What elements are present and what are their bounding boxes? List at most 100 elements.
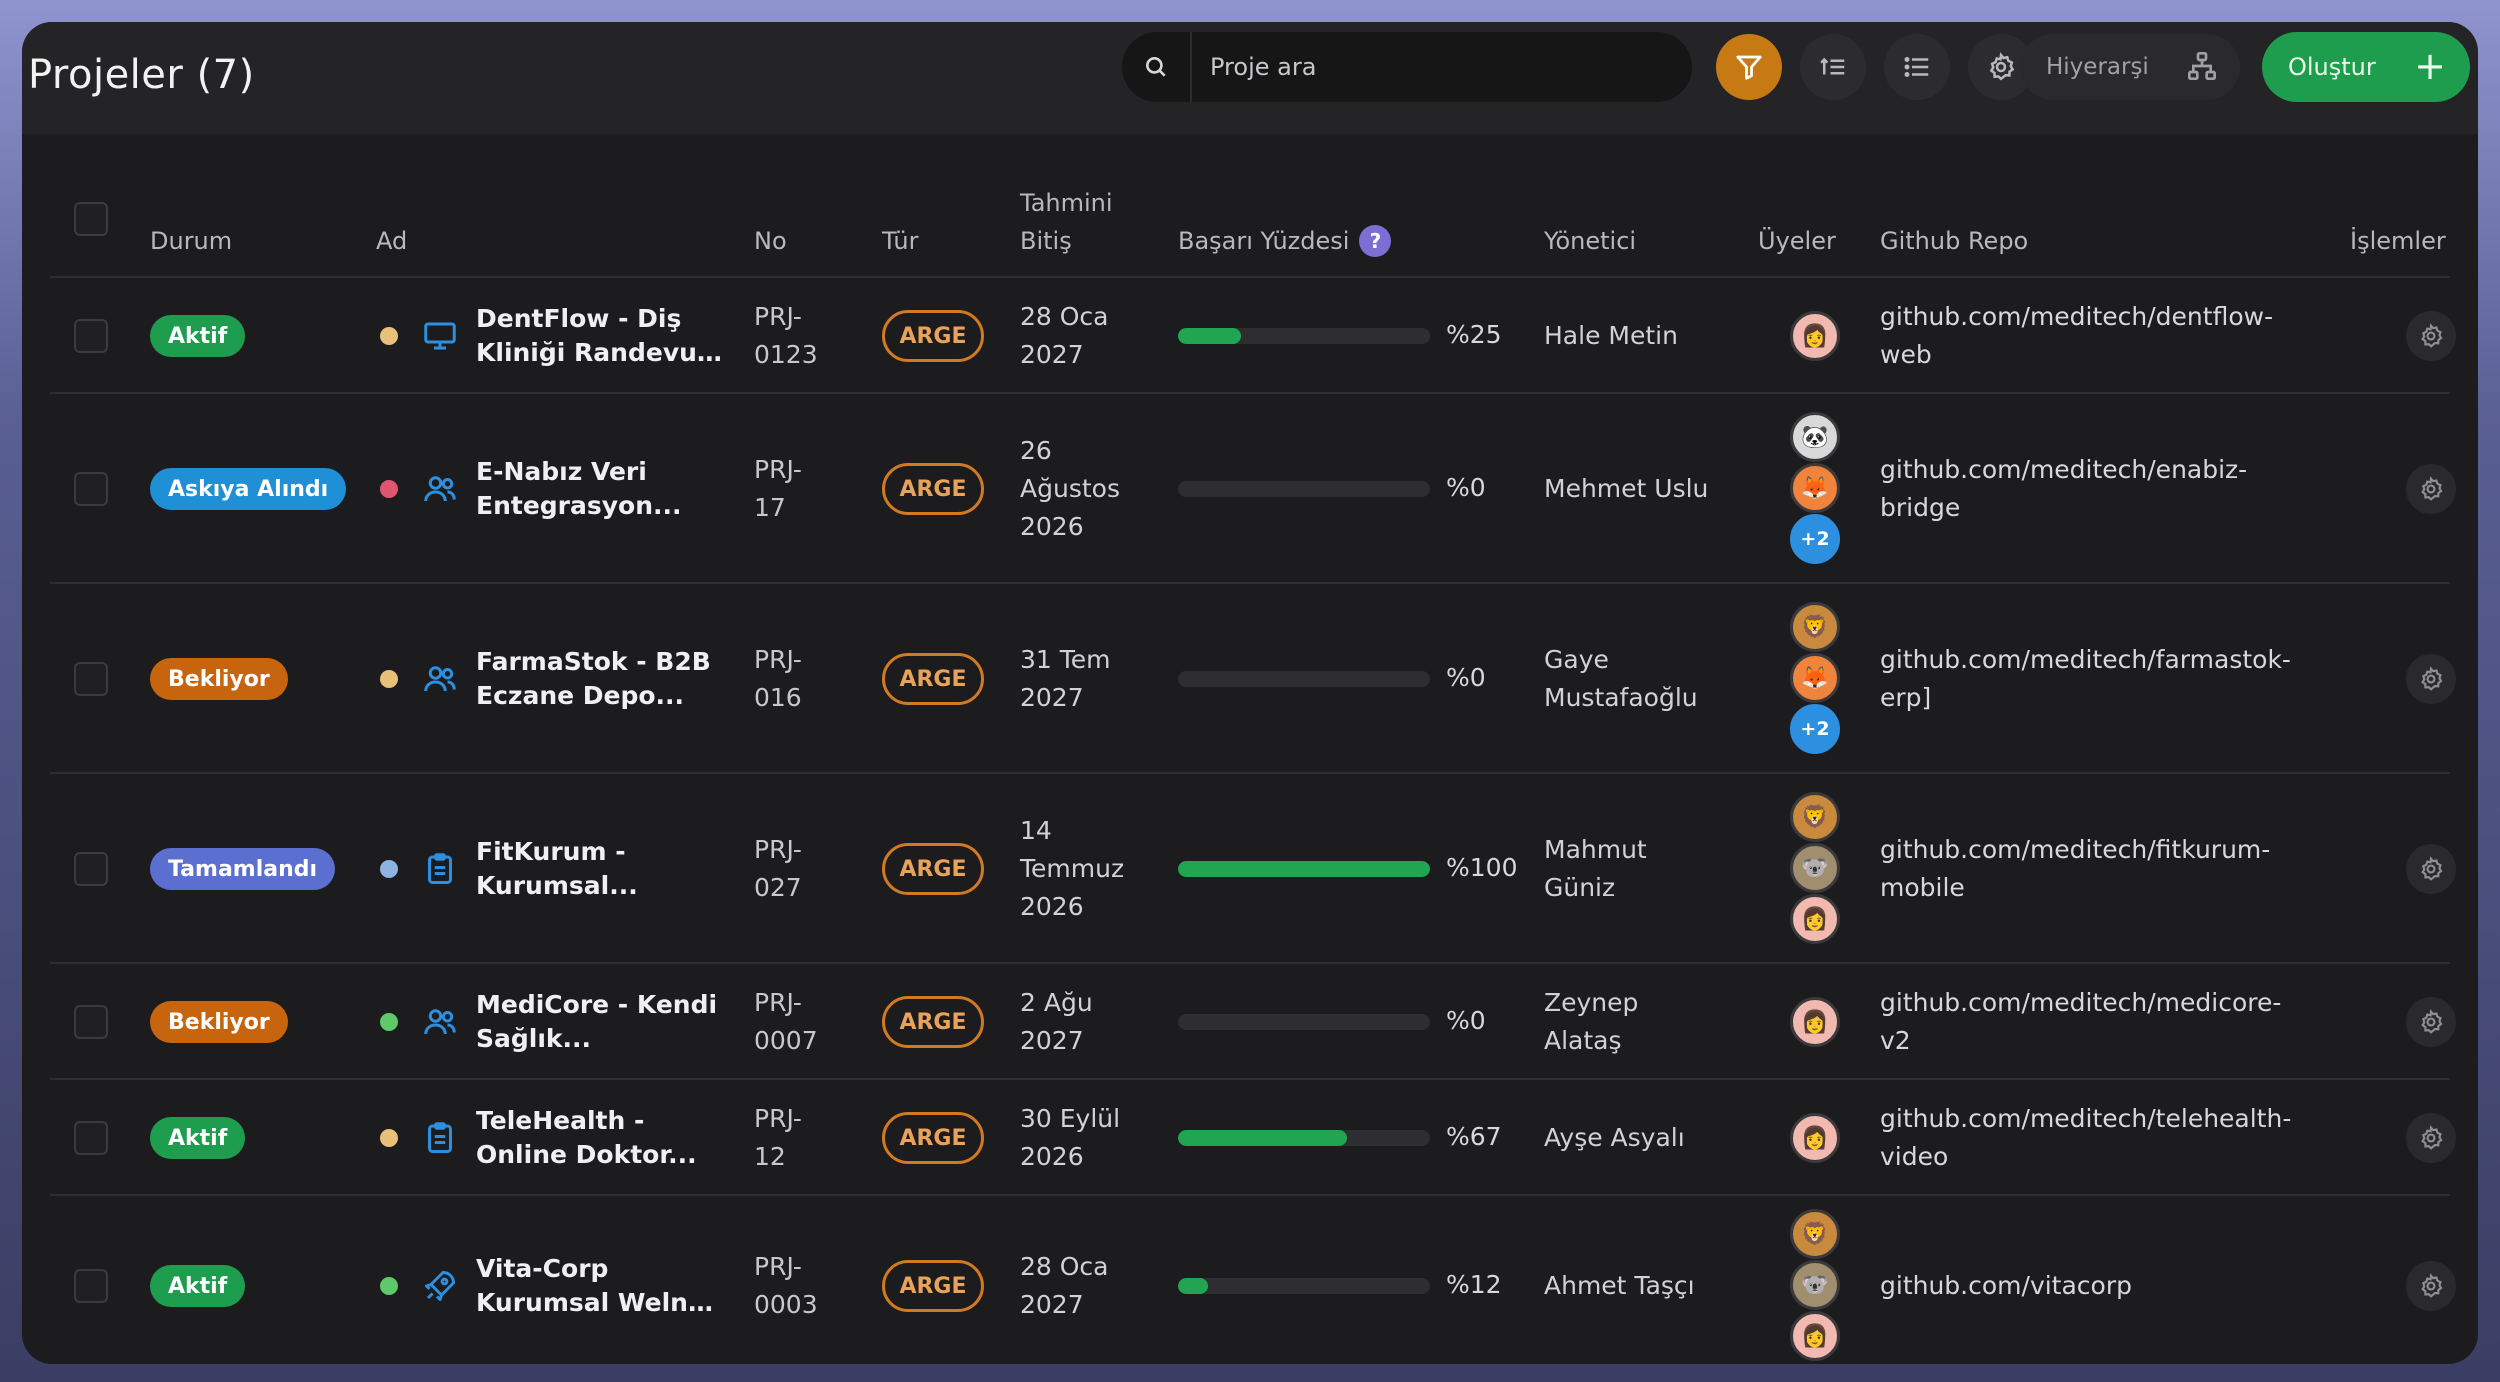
member-avatar[interactable]: 🦁	[1790, 1209, 1840, 1259]
project-name-line1[interactable]: TeleHealth -	[476, 1104, 726, 1138]
row-actions-button[interactable]	[2406, 464, 2456, 514]
member-avatar[interactable]: 🐨	[1790, 843, 1840, 893]
project-name-line1[interactable]: MediCore - Kendi	[476, 988, 726, 1022]
row-actions-button[interactable]	[2406, 844, 2456, 894]
table-row[interactable]: Tamamlandı FitKurum - Kurumsal... PRJ- 0…	[50, 774, 2456, 964]
search-icon[interactable]	[1122, 32, 1192, 102]
list-view-button[interactable]	[1884, 34, 1950, 100]
search-input[interactable]	[1210, 53, 1650, 81]
row-checkbox[interactable]	[74, 1005, 108, 1039]
member-avatar[interactable]: 👩	[1790, 1113, 1840, 1163]
github-repo[interactable]: github.com/meditech/medicore- v2	[1880, 984, 2350, 1060]
table-row[interactable]: Bekliyor FarmaStok - B2B Eczane Depo... …	[50, 584, 2456, 774]
row-checkbox[interactable]	[74, 1269, 108, 1303]
project-name-line2[interactable]: Eczane Depo...	[476, 679, 726, 713]
member-avatar[interactable]: 🦊	[1790, 653, 1840, 703]
row-checkbox[interactable]	[74, 319, 108, 353]
table-row[interactable]: Aktif DentFlow - Diş Kliniği Randevu v..…	[50, 278, 2456, 394]
github-repo[interactable]: github.com/meditech/fitkurum- mobile	[1880, 831, 2350, 907]
col-repo[interactable]: Github Repo	[1880, 222, 2028, 260]
create-label: Oluştur	[2288, 53, 2376, 81]
project-name-line2[interactable]: Kurumsal...	[476, 869, 726, 903]
github-repo[interactable]: github.com/meditech/telehealth- video	[1880, 1100, 2350, 1176]
member-avatar[interactable]: 🦊	[1790, 463, 1840, 513]
project-name-line2[interactable]: Entegrasyon...	[476, 489, 726, 523]
more-members-badge[interactable]: +2	[1790, 514, 1840, 564]
member-avatar[interactable]: 👩	[1790, 894, 1840, 944]
member-avatar[interactable]: 🐨	[1790, 1260, 1840, 1310]
search-box[interactable]	[1122, 32, 1692, 102]
row-checkbox[interactable]	[74, 662, 108, 696]
select-all-checkbox[interactable]	[74, 202, 108, 236]
github-repo[interactable]: github.com/vitacorp	[1880, 1267, 2350, 1305]
repo-line2[interactable]: v2	[1880, 1022, 2350, 1060]
project-no-line2: 12	[754, 1142, 786, 1171]
more-members-badge[interactable]: +2	[1790, 704, 1840, 754]
table-row[interactable]: Aktif TeleHealth - Online Doktor... PRJ-…	[50, 1080, 2456, 1196]
project-name-line1[interactable]: Vita-Corp	[476, 1252, 726, 1286]
help-icon[interactable]: ?	[1359, 225, 1392, 257]
github-repo[interactable]: github.com/meditech/dentflow- web	[1880, 298, 2350, 374]
sort-button[interactable]	[1800, 34, 1866, 100]
create-button[interactable]: Oluştur +	[2262, 32, 2470, 102]
table-row[interactable]: Aktif Vita-Corp Kurumsal Welne... PRJ- 0…	[50, 1196, 2456, 1364]
github-repo[interactable]: github.com/meditech/enabiz- bridge	[1880, 451, 2350, 527]
project-name-line2[interactable]: Kurumsal Welne...	[476, 1286, 726, 1320]
col-status[interactable]: Durum	[150, 222, 232, 260]
table-row[interactable]: Askıya Alındı E-Nabız Veri Entegrasyon..…	[50, 394, 2456, 584]
col-members[interactable]: Üyeler	[1758, 222, 1836, 260]
repo-line1[interactable]: github.com/vitacorp	[1880, 1267, 2350, 1305]
row-actions-button[interactable]	[2406, 1113, 2456, 1163]
repo-line1[interactable]: github.com/meditech/medicore-	[1880, 984, 2350, 1022]
project-name-line2[interactable]: Sağlık...	[476, 1022, 726, 1056]
repo-line2[interactable]: mobile	[1880, 869, 2350, 907]
repo-line2[interactable]: video	[1880, 1138, 2350, 1176]
repo-line1[interactable]: github.com/meditech/farmastok-	[1880, 641, 2350, 679]
col-success[interactable]: Başarı Yüzdesi ?	[1178, 222, 1392, 260]
member-avatar[interactable]: 👩	[1790, 997, 1840, 1047]
col-no[interactable]: No	[754, 222, 787, 260]
col-type[interactable]: Tür	[882, 222, 918, 260]
member-avatar[interactable]: 👩	[1790, 1311, 1840, 1361]
repo-line1[interactable]: github.com/meditech/dentflow-	[1880, 298, 2350, 336]
repo-line2[interactable]: web	[1880, 336, 2350, 374]
manager-line1: Mahmut	[1544, 835, 1647, 864]
repo-line1[interactable]: github.com/meditech/fitkurum-	[1880, 831, 2350, 869]
col-name[interactable]: Ad	[376, 222, 407, 260]
row-checkbox[interactable]	[74, 1121, 108, 1155]
project-name-line1[interactable]: FarmaStok - B2B	[476, 645, 726, 679]
col-manager[interactable]: Yönetici	[1544, 222, 1636, 260]
col-due-line2[interactable]: Bitiş	[1020, 222, 1072, 260]
project-name-line2[interactable]: Kliniği Randevu v...	[476, 336, 726, 370]
hierarchy-button[interactable]: Hiyerarşi	[2020, 34, 2240, 100]
project-name-line1[interactable]: DentFlow - Diş	[476, 302, 726, 336]
project-name-line1[interactable]: FitKurum -	[476, 835, 726, 869]
row-checkbox[interactable]	[74, 472, 108, 506]
col-due-line1[interactable]: Tahmini	[1020, 184, 1113, 222]
row-actions-button[interactable]	[2406, 311, 2456, 361]
table-row[interactable]: Bekliyor MediCore - Kendi Sağlık... PRJ-…	[50, 964, 2456, 1080]
rocket-icon	[422, 1268, 458, 1304]
member-avatar[interactable]: 🐼	[1790, 412, 1840, 462]
gear-icon	[2418, 1273, 2444, 1299]
due-date: 2 Ağu 2027	[1020, 984, 1160, 1060]
status-badge: Bekliyor	[150, 658, 288, 700]
member-avatar[interactable]: 🦁	[1790, 602, 1840, 652]
row-checkbox[interactable]	[74, 852, 108, 886]
filter-button[interactable]	[1716, 34, 1782, 100]
github-repo[interactable]: github.com/meditech/farmastok- erp]	[1880, 641, 2350, 717]
repo-line1[interactable]: github.com/meditech/enabiz-	[1880, 451, 2350, 489]
manager-line1: Gaye	[1544, 645, 1609, 674]
row-actions-button[interactable]	[2406, 997, 2456, 1047]
manager-line2: Alataş	[1544, 1026, 1622, 1055]
repo-line2[interactable]: bridge	[1880, 489, 2350, 527]
repo-line2[interactable]: erp]	[1880, 679, 2350, 717]
row-actions-button[interactable]	[2406, 654, 2456, 704]
member-avatar[interactable]: 🦁	[1790, 792, 1840, 842]
row-actions-button[interactable]	[2406, 1261, 2456, 1311]
project-name-line1[interactable]: E-Nabız Veri	[476, 455, 726, 489]
clipboard-icon	[422, 851, 458, 887]
repo-line1[interactable]: github.com/meditech/telehealth-	[1880, 1100, 2350, 1138]
project-name-line2[interactable]: Online Doktor...	[476, 1138, 726, 1172]
member-avatar[interactable]: 👩	[1790, 311, 1840, 361]
